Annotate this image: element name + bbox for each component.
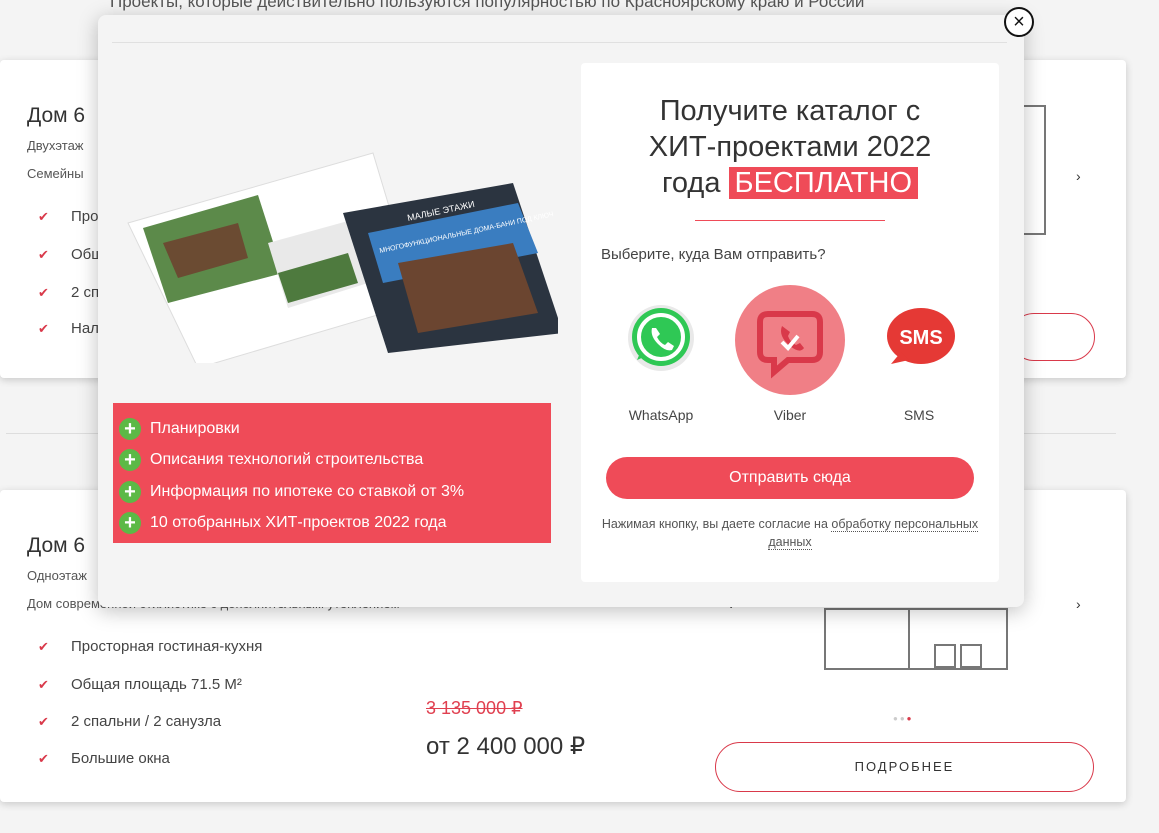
close-button[interactable]: × — [1004, 7, 1034, 37]
messenger-label: SMS — [903, 407, 935, 423]
title-underline — [695, 220, 885, 221]
benefit-item: + Планировки — [119, 413, 551, 445]
messenger-label: Viber — [773, 407, 807, 423]
free-badge: БЕСПЛАТНО — [728, 167, 919, 199]
plus-icon: + — [119, 449, 141, 472]
catalog-modal: × МАЛЫЕ ЭТАЖИ МНОГОФУНКЦИОНАЛЬНЫЕ ДОМА-Б… — [98, 7, 1034, 607]
plus-icon: + — [119, 512, 141, 535]
plus-icon: + — [119, 417, 141, 440]
messenger-option-viber[interactable]: Viber — [735, 285, 845, 423]
benefit-item: + Информация по ипотеке со ставкой от 3% — [119, 476, 551, 508]
choose-prompt: Выберите, куда Вам отправить? — [601, 246, 826, 263]
svg-text:SMS: SMS — [899, 327, 942, 349]
sms-icon: SMS — [864, 285, 974, 395]
benefits-list: + Планировки + Описания технологий строите… — [113, 403, 551, 543]
benefit-item: +10 отобранных ХИТ-проектов 2022 года — [119, 508, 551, 540]
request-panel: Получите каталог с ХИТ-проектами 2022 го… — [581, 63, 999, 582]
close-icon: × — [1013, 10, 1025, 33]
catalog-preview-image: МАЛЫЕ ЭТАЖИ МНОГОФУНКЦИОНАЛЬНЫЕ ДОМА-БАН… — [127, 152, 558, 363]
messenger-option-whatsapp[interactable]: WhatsApp — [606, 285, 716, 423]
whatsapp-icon — [606, 285, 716, 395]
modal-title: Получите каталог с ХИТ-проектами 2022 го… — [648, 95, 932, 199]
plus-icon: + — [119, 480, 141, 503]
consent-text: Нажимая кнопку, вы даете согласие на обр… — [601, 517, 979, 550]
benefit-item: + Описания технологий строительства — [119, 445, 551, 477]
send-button[interactable]: Отправить сюда — [606, 457, 974, 499]
messenger-label: WhatsApp — [628, 407, 694, 423]
viber-icon — [735, 285, 845, 395]
messenger-option-sms[interactable]: SMS SMS — [864, 285, 974, 423]
modal-divider — [112, 42, 1007, 43]
